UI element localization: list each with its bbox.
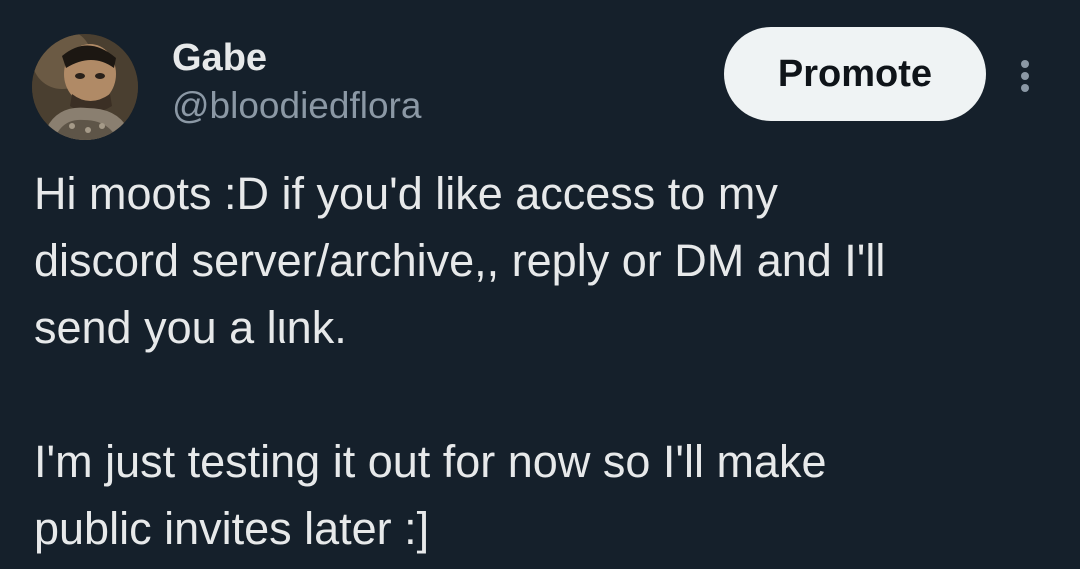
tweet-text-line: Hi moots :D if you'd like access to my	[34, 168, 778, 219]
tweet-text-line: send you a lιnk.	[34, 302, 347, 353]
promote-button[interactable]: Promote	[724, 27, 986, 121]
user-handle[interactable]: @bloodiedflora	[172, 84, 421, 128]
avatar[interactable]	[32, 34, 138, 140]
tweet: Gabe @bloodiedflora Promote Hi moots :D …	[0, 0, 1080, 569]
tweet-text-line	[34, 361, 1044, 428]
user-avatar-icon	[32, 34, 138, 140]
display-name[interactable]: Gabe	[172, 36, 267, 80]
tweet-text-line: I'm just testing it out for now so I'll …	[34, 436, 827, 487]
tweet-text-line: public invites later :]	[34, 503, 430, 554]
more-vertical-icon[interactable]	[1010, 56, 1040, 96]
tweet-text: Hi moots :D if you'd like access to my d…	[34, 160, 1044, 562]
tweet-text-line: discord server/archive,, reply or DM and…	[34, 235, 886, 286]
